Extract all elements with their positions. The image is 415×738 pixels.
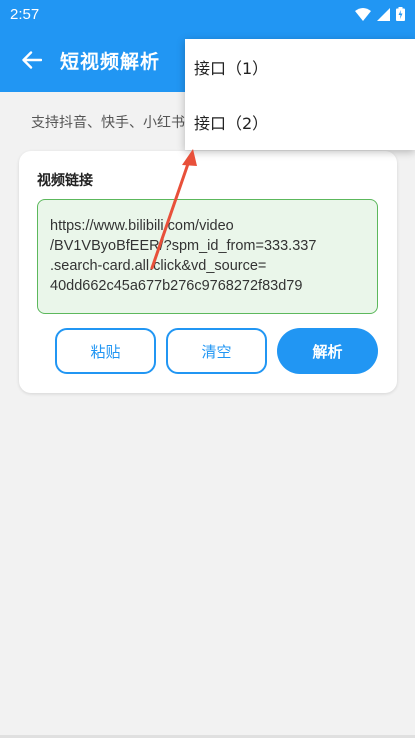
status-icons bbox=[355, 7, 405, 21]
link-line: /BV1VByoBfEER/?spm_id_from=333.337 bbox=[50, 238, 317, 254]
video-link-card: 视频链接 https://www.bilibili.com/video /BV1… bbox=[19, 151, 397, 393]
clear-button[interactable]: 清空 bbox=[166, 328, 267, 374]
link-line: .search-card.all.click&vd_source= bbox=[50, 258, 267, 274]
page-title: 短视频解析 bbox=[60, 50, 161, 73]
support-platforms-text: 支持抖音、快手、小红书 bbox=[31, 115, 185, 131]
arrow-left-icon bbox=[22, 51, 42, 69]
back-button[interactable] bbox=[4, 28, 60, 92]
battery-charging-icon bbox=[396, 7, 405, 21]
status-time: 2:57 bbox=[10, 5, 40, 23]
paste-button[interactable]: 粘贴 bbox=[55, 328, 156, 374]
status-bar: 2:57 bbox=[0, 0, 415, 28]
link-line: https://www.bilibili.com/video bbox=[50, 218, 234, 234]
signal-icon bbox=[377, 7, 390, 21]
parse-button[interactable]: 解析 bbox=[277, 328, 378, 374]
menu-item-api-1[interactable]: 接口（1） bbox=[185, 39, 415, 94]
api-dropdown-menu: 接口（1） 接口（2） bbox=[185, 39, 415, 150]
wifi-icon bbox=[355, 7, 371, 21]
video-link-input[interactable]: https://www.bilibili.com/video /BV1VByoB… bbox=[37, 199, 378, 314]
link-line: 40dd662c45a677b276c9768272f83d79 bbox=[50, 278, 303, 294]
card-title: 视频链接 bbox=[37, 173, 93, 189]
menu-item-api-2[interactable]: 接口（2） bbox=[185, 94, 415, 149]
